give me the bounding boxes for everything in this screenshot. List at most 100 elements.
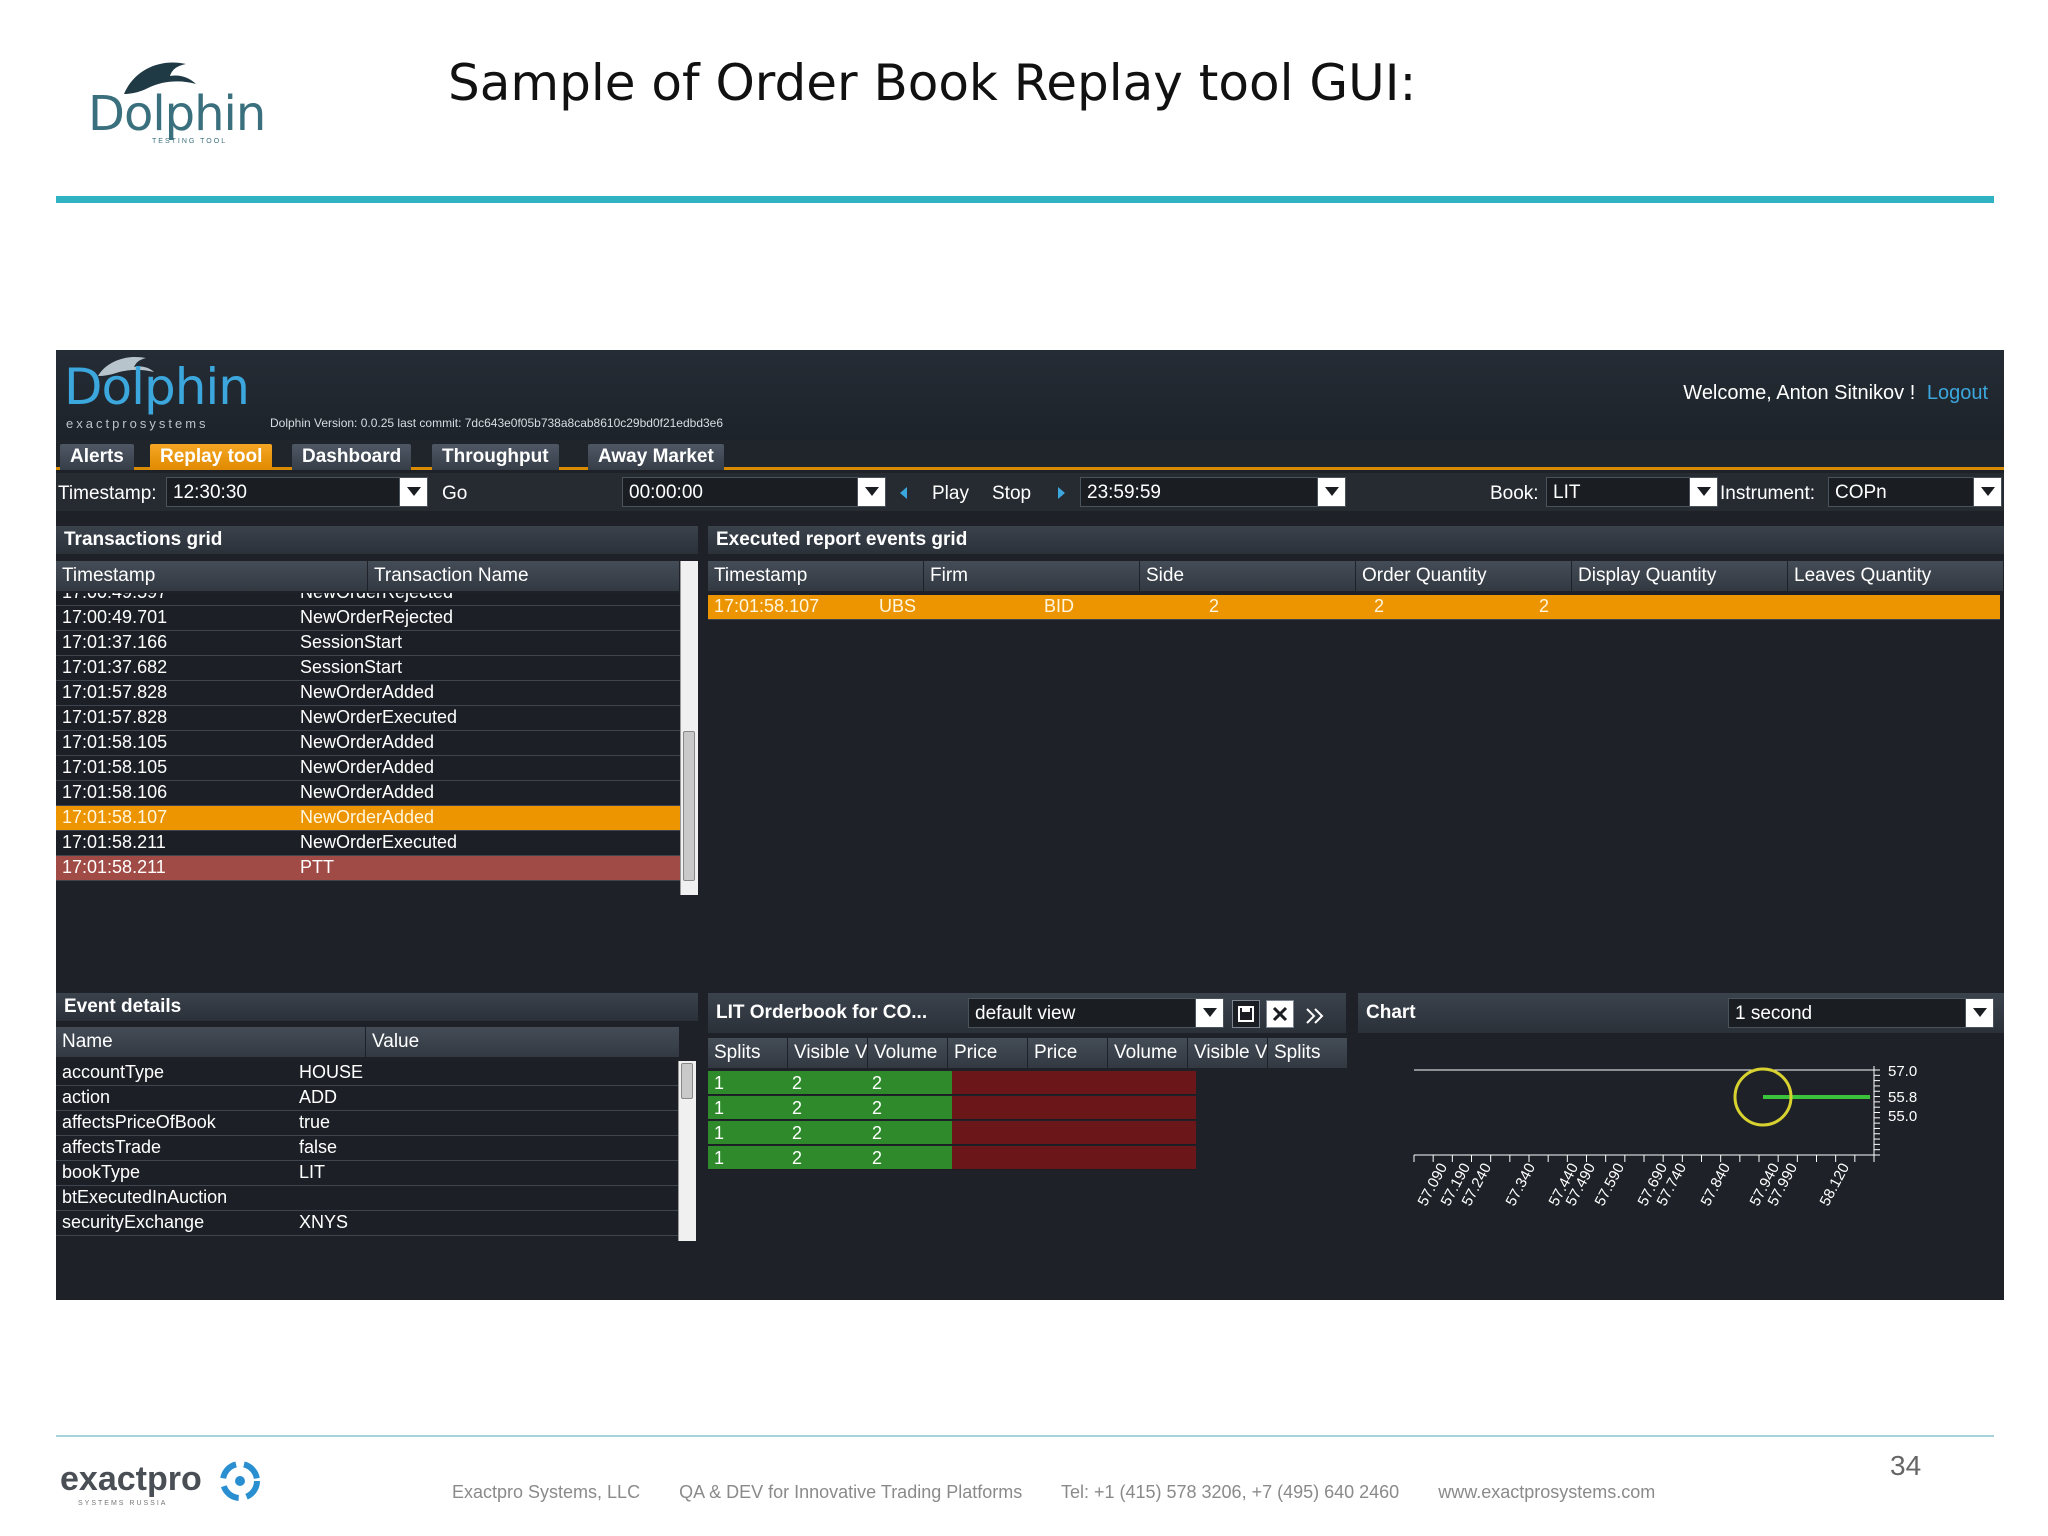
play-button[interactable]: Play bbox=[932, 483, 969, 505]
column-header-transaction-name[interactable]: Transaction Name bbox=[368, 561, 680, 591]
chevron-down-icon[interactable] bbox=[1965, 999, 1993, 1027]
chart-interval-select[interactable]: 1 second bbox=[1728, 998, 1994, 1028]
scrollbar-thumb[interactable] bbox=[681, 1063, 693, 1099]
column-header-bid-visible[interactable]: Visible V bbox=[788, 1038, 868, 1068]
transactions-scrollbar[interactable] bbox=[680, 561, 698, 895]
book-label: Book: bbox=[1490, 483, 1539, 504]
bid-side: 12253 bbox=[708, 1146, 978, 1170]
table-row[interactable]: bookType LIT bbox=[56, 1161, 678, 1186]
event-details-title: Event details bbox=[56, 993, 698, 1021]
chevron-down-icon[interactable] bbox=[1689, 478, 1717, 506]
orderbook-row[interactable]: 12254 bbox=[708, 1121, 1348, 1146]
orderbook-row[interactable]: 12256 bbox=[708, 1071, 1348, 1096]
slide: Dolphin TESTING TOOL Sample of Order Boo… bbox=[0, 0, 2048, 1536]
table-row[interactable]: securityExchange XNYS bbox=[56, 1211, 678, 1236]
ask-side bbox=[952, 1071, 1196, 1095]
column-header-display-quantity[interactable]: Display Quantity bbox=[1572, 561, 1788, 591]
slide-logo-subtitle: TESTING TOOL bbox=[152, 138, 228, 145]
stop-button[interactable]: Stop bbox=[992, 483, 1031, 505]
table-row[interactable]: 17:01:37.166 SessionStart bbox=[56, 631, 680, 656]
column-header-order-quantity[interactable]: Order Quantity bbox=[1356, 561, 1572, 591]
title-divider bbox=[56, 196, 1994, 203]
table-row[interactable]: btExecutedInAuction bbox=[56, 1186, 678, 1211]
timestamp-cell: 17:01:58.107 bbox=[62, 807, 168, 827]
table-row[interactable]: 17:01:58.105 NewOrderAdded bbox=[56, 731, 680, 756]
executed-grid-body: 17:01:58.107 UBS BID 2 2 2 bbox=[708, 593, 2004, 895]
column-header-bid-price[interactable]: Price bbox=[948, 1038, 1028, 1068]
timestamp-combo[interactable]: 12:30:30 bbox=[166, 477, 428, 507]
timestamp-cell: 17:01:58.211 bbox=[62, 832, 166, 852]
x-tick-label: 58.120 bbox=[1817, 1160, 1854, 1209]
table-row[interactable]: 17:01:57.828 NewOrderAdded bbox=[56, 681, 680, 706]
y-tick-label: 55.0 bbox=[1888, 1108, 1917, 1125]
bid-side: 12255 bbox=[708, 1096, 978, 1120]
chevron-down-icon[interactable] bbox=[1195, 999, 1223, 1027]
column-header-leaves-quantity[interactable]: Leaves Quantity bbox=[1788, 561, 2004, 591]
column-header-side[interactable]: Side bbox=[1140, 561, 1356, 591]
logout-link[interactable]: Logout bbox=[1927, 382, 1988, 404]
go-button[interactable]: Go bbox=[442, 483, 467, 505]
orderbook-row[interactable]: 12255 bbox=[708, 1096, 1348, 1121]
bid-splits-cell: 1 bbox=[714, 1098, 725, 1118]
chart-interval-value: 1 second bbox=[1735, 1003, 1813, 1024]
table-row[interactable]: 17:01:57.828 NewOrderExecuted bbox=[56, 706, 680, 731]
orderbook-view-select[interactable]: default view bbox=[968, 998, 1224, 1028]
table-row[interactable]: 17:01:58.107 NewOrderAdded bbox=[56, 806, 680, 831]
table-row[interactable]: 17:01:58.211 NewOrderExecuted bbox=[56, 831, 680, 856]
table-row[interactable]: 17:00:49.597 NewOrderRejected bbox=[56, 593, 680, 606]
table-row[interactable]: action ADD bbox=[56, 1086, 678, 1111]
step-back-icon[interactable] bbox=[900, 487, 907, 499]
tab-away-market[interactable]: Away Market bbox=[588, 444, 724, 470]
chevron-down-icon[interactable] bbox=[399, 478, 427, 506]
column-header-timestamp[interactable]: Timestamp bbox=[56, 561, 368, 591]
column-header-ask-splits[interactable]: Splits bbox=[1268, 1038, 1348, 1068]
table-row[interactable]: 17:01:58.211 PTT bbox=[56, 856, 680, 881]
table-row[interactable]: accountType HOUSE bbox=[56, 1061, 678, 1086]
column-header-firm[interactable]: Firm bbox=[924, 561, 1140, 591]
column-header-timestamp[interactable]: Timestamp bbox=[708, 561, 924, 591]
chevron-down-icon[interactable] bbox=[1317, 478, 1345, 506]
event-details-scrollbar[interactable] bbox=[678, 1061, 696, 1241]
column-header-value[interactable]: Value bbox=[366, 1027, 680, 1057]
table-row[interactable]: 17:01:58.107 UBS BID 2 2 2 bbox=[708, 595, 2000, 620]
timestamp-cell: 17:01:58.106 bbox=[62, 782, 168, 802]
footer-company: Exactpro Systems, LLC bbox=[452, 1482, 641, 1502]
tab-dashboard[interactable]: Dashboard bbox=[292, 444, 412, 470]
book-select[interactable]: LIT bbox=[1546, 477, 1718, 507]
table-row[interactable]: affectsPriceOfBook true bbox=[56, 1111, 678, 1136]
instrument-select[interactable]: COPn bbox=[1828, 477, 2002, 507]
save-icon[interactable] bbox=[1232, 1000, 1260, 1028]
chevron-down-icon[interactable] bbox=[1973, 478, 2001, 506]
bid-volume-cell: 2 bbox=[872, 1098, 883, 1118]
tab-alerts[interactable]: Alerts bbox=[60, 444, 134, 470]
transaction-name-cell: NewOrderAdded bbox=[300, 782, 435, 802]
table-row[interactable]: 17:01:37.682 SessionStart bbox=[56, 656, 680, 681]
step-forward-icon[interactable] bbox=[1058, 487, 1065, 499]
chevron-down-icon[interactable] bbox=[857, 478, 885, 506]
table-row[interactable]: 17:00:49.701 NewOrderRejected bbox=[56, 606, 680, 631]
event-value-cell: ADD bbox=[299, 1087, 338, 1107]
column-header-bid-volume[interactable]: Volume bbox=[868, 1038, 948, 1068]
timestamp-value: 12:30:30 bbox=[173, 482, 247, 503]
column-header-ask-price[interactable]: Price bbox=[1028, 1038, 1108, 1068]
start-time-combo[interactable]: 00:00:00 bbox=[622, 477, 886, 507]
table-row[interactable]: affectsTrade false bbox=[56, 1136, 678, 1161]
event-name-cell: securityExchange bbox=[62, 1212, 205, 1232]
column-header-ask-visible[interactable]: Visible V bbox=[1188, 1038, 1268, 1068]
expand-icon[interactable] bbox=[1304, 1006, 1328, 1026]
column-header-ask-volume[interactable]: Volume bbox=[1108, 1038, 1188, 1068]
tab-throughput[interactable]: Throughput bbox=[432, 444, 559, 470]
table-row[interactable]: 17:01:58.105 NewOrderAdded bbox=[56, 756, 680, 781]
tab-replay-tool[interactable]: Replay tool bbox=[150, 444, 273, 470]
orderbook-row[interactable]: 12253 bbox=[708, 1146, 1348, 1171]
timestamp-cell: 17:00:49.701 bbox=[62, 607, 168, 627]
event-value-cell: HOUSE bbox=[299, 1062, 364, 1082]
scrollbar-thumb[interactable] bbox=[683, 731, 695, 881]
close-icon[interactable] bbox=[1266, 1000, 1294, 1028]
bid-splits-cell: 1 bbox=[714, 1073, 725, 1093]
end-time-combo[interactable]: 23:59:59 bbox=[1080, 477, 1346, 507]
transaction-name-cell: NewOrderExecuted bbox=[300, 832, 458, 852]
column-header-bid-splits[interactable]: Splits bbox=[708, 1038, 788, 1068]
table-row[interactable]: 17:01:58.106 NewOrderAdded bbox=[56, 781, 680, 806]
column-header-name[interactable]: Name bbox=[56, 1027, 366, 1057]
